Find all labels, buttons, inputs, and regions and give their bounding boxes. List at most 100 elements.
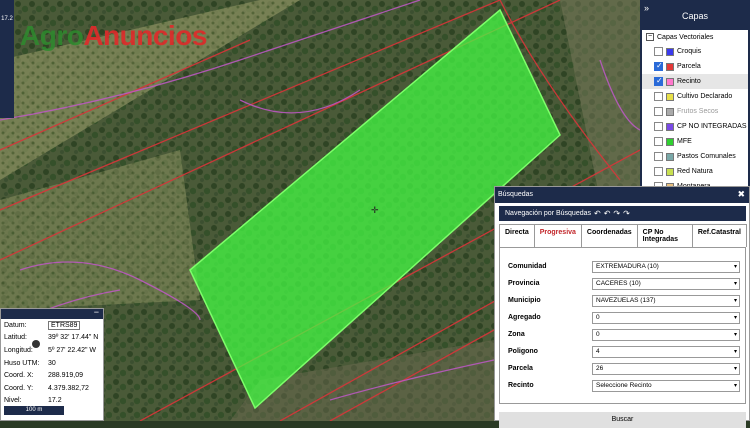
progressive-search-form: Comunidad EXTREMADURA (10) ▾ Provincia CACER… [499,248,746,404]
field-label: Parcela [508,365,533,372]
layer-item[interactable]: Croquis [642,44,748,59]
field-select[interactable]: NAVEZUELAS (137) ▾ [592,294,740,307]
form-row: Municipio NAVEZUELAS (137) ▾ [500,292,745,309]
layer-color-swatch [666,167,674,176]
field-label: Provincia [508,280,540,287]
layer-item[interactable]: Frutos Secos [642,104,748,119]
layer-label: Frutos Secos [677,108,719,115]
coordinate-label: Nivel: [4,397,22,405]
forward-icon[interactable]: ↷ [613,209,620,218]
layer-label: Recinto [677,78,701,85]
layer-item[interactable]: Red Natura [642,164,748,179]
field-select[interactable]: EXTREMADURA (10) ▾ [592,260,740,273]
layer-color-swatch [666,47,674,56]
layer-label: Red Natura [677,168,713,175]
layer-color-swatch [666,152,674,161]
minimize-icon[interactable]: − [94,307,99,317]
back-icon[interactable]: ↶ [604,209,611,218]
layers-header: » Capas [642,2,748,30]
field-select[interactable]: 0 ▾ [592,311,740,324]
coordinate-value: 288.919,09 [48,372,84,380]
form-row: Comunidad EXTREMADURA (10) ▾ [500,258,745,275]
layer-label: Cultivo Declarado [677,93,733,100]
layer-checkbox[interactable] [654,167,663,176]
layer-item[interactable]: Cultivo Declarado [642,89,748,104]
search-tab[interactable]: Ref.Catastral [691,224,747,247]
coordinate-label: Longitud: [4,346,33,354]
undo-icon[interactable]: ↶ [594,209,601,218]
layer-color-swatch [666,62,674,71]
zoom-sidebar[interactable]: 17.2 [0,0,14,118]
collapse-icon[interactable]: − [646,33,654,41]
field-value: 0 [596,330,600,338]
search-tab[interactable]: CP No Integradas [636,224,693,247]
globe-icon[interactable] [32,340,40,348]
chevron-down-icon: ▾ [733,280,737,287]
search-tab[interactable]: Coordenadas [580,224,638,247]
field-select[interactable]: 0 ▾ [592,328,740,341]
chevron-down-icon: ▾ [733,382,737,389]
coordinate-value: 5º 27' 22.42" W [48,346,97,354]
field-label: Comunidad [508,263,547,270]
field-value: Seleccione Recinto [596,381,652,389]
layer-item[interactable]: Pastos Comunales [642,149,748,164]
vector-layers-group[interactable]: − Capas Vectoriales [642,30,748,44]
coordinate-label: Latitud: [4,334,27,342]
field-select[interactable]: CACERES (10) ▾ [592,277,740,290]
coordinate-label: Datum: [4,321,27,329]
close-icon[interactable]: ✖ [737,189,745,200]
layer-checkbox[interactable] [654,76,663,86]
layer-item[interactable]: Recinto [642,74,748,89]
layer-item[interactable]: CP NO INTEGRADAS [642,119,748,134]
field-value: 26 [596,364,604,372]
coordinates-panel: − Datum: ETRS89 Latitud: 39º 32' 17.44" N Lo… [0,307,104,421]
layer-label: CP NO INTEGRADAS [677,123,747,130]
zoom-level-label: 17.2 [1,16,13,22]
layer-color-swatch [666,92,674,101]
agroanuncios-logo: AgroAnuncios [20,20,207,51]
layer-checkbox[interactable] [654,122,663,131]
field-select[interactable]: 26 ▾ [592,362,740,375]
search-header: Búsquedas ✖ [495,187,749,203]
layer-checkbox[interactable] [654,47,663,56]
layer-color-swatch [666,107,674,116]
coordinate-value: 30 [48,359,56,367]
field-label: Poligono [508,348,538,355]
layer-item[interactable]: MFE [642,134,748,149]
chevron-down-icon: ▾ [733,348,737,355]
layer-checkbox[interactable] [654,152,663,161]
form-row: Parcela 26 ▾ [500,360,745,377]
scale-bar: 100 m [4,406,64,415]
chevron-down-icon: ▾ [733,331,737,338]
search-tab[interactable]: Directa [499,224,535,247]
search-tab[interactable]: Progresiva [533,224,582,247]
form-row: Agregado 0 ▾ [500,309,745,326]
coordinate-label: Coord. Y: [4,384,34,392]
coordinate-row: Coord. Y: 4.379.382,72 [1,382,103,395]
field-value: 0 [596,313,600,321]
layer-checkbox[interactable] [654,92,663,101]
coordinate-rows: Datum: ETRS89 Latitud: 39º 32' 17.44" N Long… [1,319,103,407]
field-value: EXTREMADURA (10) [596,262,659,270]
field-value: CACERES (10) [596,279,641,287]
search-button[interactable]: Buscar [499,412,746,428]
coordinate-row: Latitud: 39º 32' 17.44" N [1,332,103,345]
field-select[interactable]: 4 ▾ [592,345,740,358]
coordinate-value: 4.379.382,72 [48,384,89,392]
redo-icon[interactable]: ↷ [623,209,630,218]
coordinate-row: Coord. X: 288.919,09 [1,369,103,382]
layer-item[interactable]: Parcela [642,59,748,74]
layer-checkbox[interactable] [654,107,663,116]
search-nav-bar: Navegación por Búsquedas ↶ ↶ ↷ ↷ [499,206,746,221]
search-title: Búsquedas [498,191,534,198]
layer-label: Parcela [677,63,701,70]
field-label: Municipio [508,297,541,304]
form-row: Recinto Seleccione Recinto ▾ [500,377,745,394]
datum-select[interactable]: ETRS89 [48,320,81,330]
field-select[interactable]: Seleccione Recinto ▾ [592,379,740,392]
field-value: NAVEZUELAS (137) [596,296,656,304]
layer-checkbox[interactable] [654,61,663,71]
layers-title: Capas [681,11,708,21]
coordinate-row: Longitud: 5º 27' 22.42" W [1,344,103,357]
layer-checkbox[interactable] [654,137,663,146]
